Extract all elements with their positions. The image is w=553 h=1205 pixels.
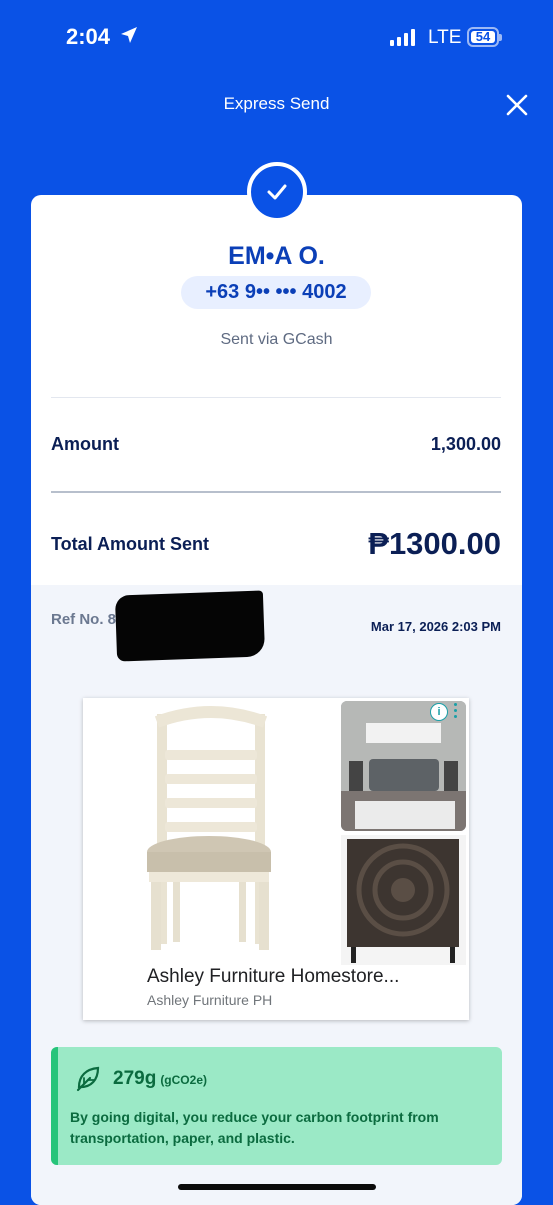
status-time: 2:04 — [66, 24, 111, 49]
divider — [51, 397, 501, 398]
carbon-footprint-banner: 279g (gCO2e) By going digital, you reduce… — [51, 1047, 502, 1165]
checkmark-icon — [247, 162, 307, 222]
total-label: Total Amount Sent — [51, 534, 209, 554]
leaf-icon — [76, 1066, 100, 1092]
ad-image-living-room[interactable] — [341, 701, 466, 831]
more-options-icon[interactable] — [452, 703, 458, 721]
total-value: ₱1300.00 — [368, 526, 501, 561]
transaction-date: Mar 17, 2026 2:03 PM — [370, 619, 501, 634]
reference-section: Ref No. 80 Mar 17, 2026 2:03 PM i Ashley… — [31, 585, 522, 1205]
carbon-unit: (gCO2e) — [160, 1073, 207, 1087]
battery-icon: 54 — [467, 27, 502, 47]
recipient-name: EM•A O. — [228, 242, 325, 270]
advertisement[interactable]: i Ashley Furniture Homestore... Ashley F… — [83, 698, 469, 1020]
receipt-card: EM•A O. +63 9•• ••• 4002 Sent via GCash … — [31, 195, 522, 1205]
location-arrow-icon — [121, 27, 137, 43]
battery-level: 54 — [471, 30, 495, 43]
status-bar: 2:04 LTE 54 — [0, 0, 553, 76]
network-type: LTE — [428, 27, 462, 48]
redaction-mark — [114, 590, 266, 662]
divider — [51, 491, 501, 493]
close-icon[interactable] — [502, 90, 532, 120]
recipient-phone: +63 9•• ••• 4002 — [181, 276, 371, 309]
home-indicator[interactable] — [178, 1184, 376, 1190]
ad-title[interactable]: Ashley Furniture Homestore... — [147, 966, 399, 988]
info-icon[interactable]: i — [430, 703, 448, 721]
amount-label: Amount — [51, 434, 119, 454]
signal-icon — [390, 28, 415, 46]
carbon-amount: 279g — [113, 1068, 157, 1089]
ad-image-cabinet[interactable] — [341, 835, 466, 965]
ad-advertiser[interactable]: Ashley Furniture PH — [147, 992, 272, 1008]
amount-value: 1,300.00 — [430, 434, 501, 454]
carbon-value: 279g (gCO2e) — [113, 1068, 207, 1090]
ad-image-chair[interactable] — [87, 702, 337, 964]
sent-via-text: Sent via GCash — [220, 331, 333, 348]
carbon-description: By going digital, you reduce your carbon… — [70, 1109, 439, 1146]
accent-bar — [51, 1047, 58, 1165]
page-title: Express Send — [223, 94, 330, 113]
reference-number: Ref No. 80 — [51, 611, 125, 628]
